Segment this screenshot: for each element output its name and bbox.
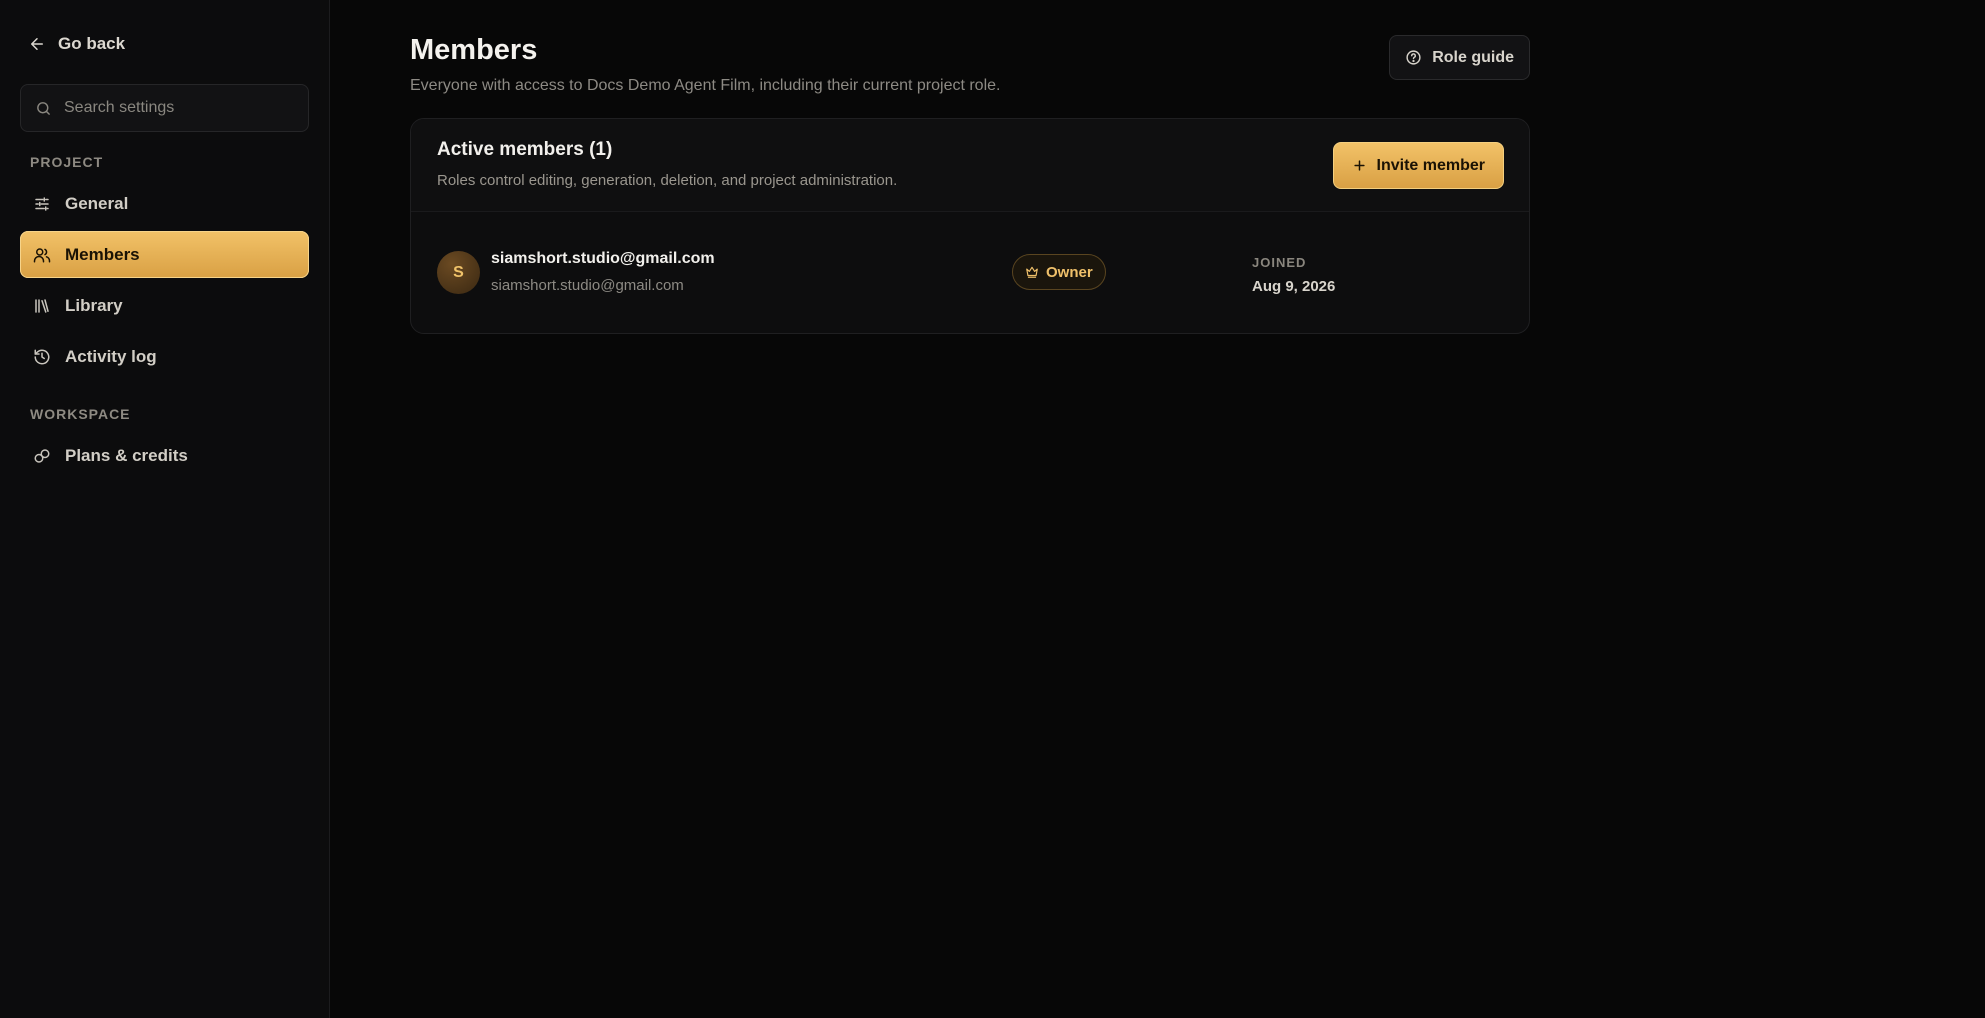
app-root: Go back PROJECT General Members Library … — [0, 0, 1985, 1018]
page-header: Members Everyone with access to Docs Dem… — [410, 0, 1530, 118]
active-members-card: Active members (1) Roles control editing… — [410, 118, 1530, 334]
avatar: S — [437, 251, 480, 294]
role-guide-button[interactable]: Role guide — [1389, 35, 1530, 80]
role-label: Owner — [1046, 263, 1093, 281]
search-settings[interactable] — [20, 84, 309, 132]
invite-member-button[interactable]: Invite member — [1332, 142, 1504, 189]
sidebar-item-label: General — [65, 193, 129, 213]
sidebar-item-general[interactable]: General — [20, 180, 309, 227]
help-circle-icon — [1406, 50, 1421, 65]
member-row: S siamshort.studio@gmail.com siamshort.s… — [411, 212, 1529, 333]
coins-icon — [34, 448, 50, 463]
card-header: Active members (1) Roles control editing… — [411, 119, 1529, 212]
role-badge[interactable]: Owner — [1012, 254, 1106, 290]
member-email: siamshort.studio@gmail.com — [491, 277, 684, 294]
books-icon — [35, 298, 49, 313]
history-icon — [34, 349, 50, 364]
search-input[interactable] — [64, 99, 294, 117]
sidebar-item-plans-credits[interactable]: Plans & credits — [20, 432, 309, 479]
crown-icon — [1026, 266, 1038, 278]
sidebar-item-label: Activity log — [65, 346, 157, 366]
users-icon — [33, 247, 51, 262]
search-icon — [37, 101, 50, 115]
card-description: Roles control editing, generation, delet… — [437, 172, 898, 189]
sliders-icon — [35, 196, 49, 211]
sidebar-item-label: Plans & credits — [65, 445, 188, 465]
invite-member-label: Invite member — [1376, 156, 1485, 174]
go-back-button[interactable]: Go back — [20, 30, 133, 58]
members-page: Members Everyone with access to Docs Dem… — [410, 0, 1530, 334]
page-subtitle: Everyone with access to Docs Demo Agent … — [410, 77, 1001, 94]
settings-sidebar: Go back PROJECT General Members Library … — [0, 0, 330, 1018]
role-guide-label: Role guide — [1432, 48, 1514, 66]
arrow-left-icon — [31, 38, 43, 50]
sidebar-item-activity-log[interactable]: Activity log — [20, 333, 309, 380]
sidebar-item-library[interactable]: Library — [20, 282, 309, 329]
member-name: siamshort.studio@gmail.com — [491, 250, 715, 267]
sidebar-item-label: Members — [65, 244, 140, 264]
section-label-project: PROJECT — [30, 154, 104, 170]
plus-icon — [1353, 160, 1365, 171]
go-back-label: Go back — [58, 34, 126, 53]
section-label-workspace: WORKSPACE — [30, 406, 131, 422]
main-content: Members Everyone with access to Docs Dem… — [330, 0, 1985, 1018]
card-title: Active members (1) — [437, 139, 613, 160]
page-title: Members — [410, 34, 538, 66]
sidebar-item-label: Library — [65, 295, 123, 315]
joined-label: JOINED — [1252, 255, 1307, 270]
joined-date: Aug 9, 2026 — [1252, 278, 1336, 295]
sidebar-item-members[interactable]: Members — [20, 231, 309, 278]
